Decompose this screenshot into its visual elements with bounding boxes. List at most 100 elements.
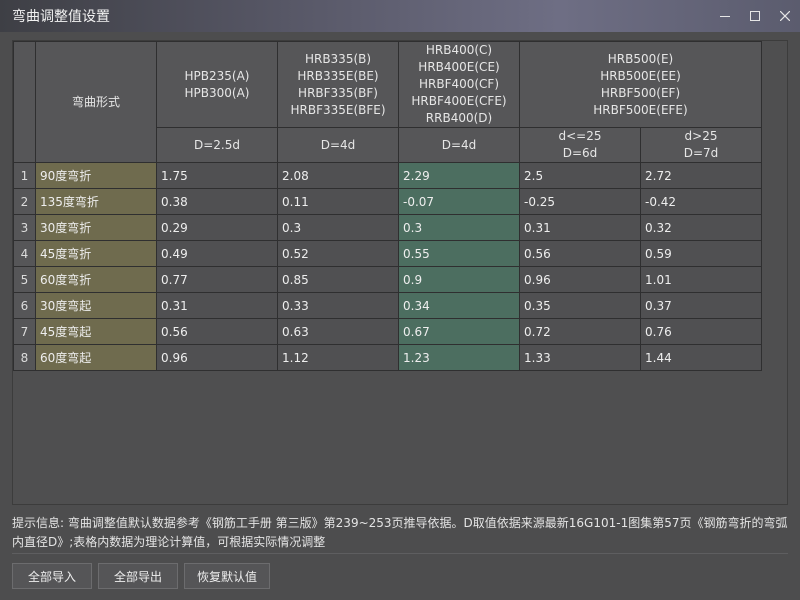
table-row[interactable]: 6 30度弯起 0.31 0.33 0.34 0.35 0.37 [13,292,762,319]
button-bar: 全部导入 全部导出 恢复默认值 [12,563,271,589]
value-cell[interactable]: 0.52 [277,240,399,267]
title-bar: 弯曲调整值设置 [0,0,800,32]
value-cell[interactable]: -0.07 [398,188,520,215]
value-cell[interactable]: 1.12 [277,344,399,371]
value-cell[interactable]: 0.85 [277,266,399,293]
value-cell[interactable]: 0.35 [519,292,641,319]
group-header-line: HRB500E(EE) [600,68,681,83]
value-cell[interactable]: 2.29 [398,162,520,189]
bend-type-cell[interactable]: 60度弯起 [35,344,157,371]
bend-type-cell[interactable]: 60度弯折 [35,266,157,293]
value-cell[interactable]: 0.9 [398,266,520,293]
sub-header-line: d>25 [684,129,718,143]
value-cell[interactable]: -0.42 [640,188,762,215]
value-cell[interactable]: 0.37 [640,292,762,319]
value-cell[interactable]: 0.11 [277,188,399,215]
table-row[interactable]: 1 90度弯折 1.75 2.08 2.29 2.5 2.72 [13,162,762,189]
value-cell[interactable]: 0.33 [277,292,399,319]
value-cell[interactable]: 0.31 [519,214,641,241]
window-controls [710,0,800,32]
row-number[interactable]: 5 [13,266,36,293]
value-cell[interactable]: 2.5 [519,162,641,189]
value-cell[interactable]: 1.33 [519,344,641,371]
group-header-line: HRBF400(CF) [418,77,500,91]
value-cell[interactable]: 0.3 [277,214,399,241]
sub-header-line: D=6d [562,146,598,160]
value-cell[interactable]: 0.76 [640,318,762,345]
bend-type-cell[interactable]: 45度弯起 [35,318,157,345]
group-header-hpb: HPB235(A) HPB300(A) [156,41,278,128]
value-cell[interactable]: 2.72 [640,162,762,189]
close-icon[interactable] [770,0,800,32]
value-cell[interactable]: 2.08 [277,162,399,189]
value-cell[interactable]: 0.49 [156,240,278,267]
minimize-icon[interactable] [710,0,740,32]
table-row[interactable]: 8 60度弯起 0.96 1.12 1.23 1.33 1.44 [13,344,762,371]
row-number[interactable]: 4 [13,240,36,267]
value-cell[interactable]: 1.75 [156,162,278,189]
table-row[interactable]: 7 45度弯起 0.56 0.63 0.67 0.72 0.76 [13,318,762,345]
group-header-line: HPB300(A) [184,85,250,100]
sub-header-line: D=7d [683,146,719,160]
value-cell[interactable]: 0.96 [519,266,641,293]
table-row[interactable]: 5 60度弯折 0.77 0.85 0.9 0.96 1.01 [13,266,762,293]
sub-header-cell: D=4d [398,127,520,163]
value-cell[interactable]: 1.01 [640,266,762,293]
value-cell[interactable]: 0.67 [398,318,520,345]
table-row[interactable]: 4 45度弯折 0.49 0.52 0.55 0.56 0.59 [13,240,762,267]
value-cell[interactable]: 0.72 [519,318,641,345]
sub-header-line: D=2.5d [194,137,240,152]
bend-type-cell[interactable]: 30度弯起 [35,292,157,319]
sub-header-cell: d>25 D=7d [640,127,762,163]
sub-header-line: D=4d [441,137,477,152]
value-cell[interactable]: 0.56 [156,318,278,345]
value-cell[interactable]: 0.32 [640,214,762,241]
row-number[interactable]: 6 [13,292,36,319]
row-number[interactable]: 2 [13,188,36,215]
value-cell[interactable]: 0.63 [277,318,399,345]
bend-adjust-grid[interactable]: 弯曲形式 HPB235(A) HPB300(A) HRB335(B) HRB335E… [12,40,788,505]
sub-header-cell: D=4d [277,127,399,163]
value-cell[interactable]: 0.38 [156,188,278,215]
value-cell[interactable]: 0.3 [398,214,520,241]
sub-header-line: d<=25 [558,129,602,143]
export-all-button[interactable]: 全部导出 [98,563,178,589]
bend-type-cell[interactable]: 45度弯折 [35,240,157,267]
bend-type-cell[interactable]: 30度弯折 [35,214,157,241]
value-cell[interactable]: 0.34 [398,292,520,319]
table-row[interactable]: 2 135度弯折 0.38 0.11 -0.07 -0.25 -0.42 [13,188,762,215]
row-number[interactable]: 8 [13,344,36,371]
group-header-line: HRB335E(BE) [297,68,379,83]
value-cell[interactable]: 0.31 [156,292,278,319]
value-cell[interactable]: 1.44 [640,344,762,371]
value-cell[interactable]: 0.29 [156,214,278,241]
group-header-hrb500: HRB500(E) HRB500E(EE) HRBF500(EF) HRBF500E(… [519,41,762,128]
group-header-line: HRBF500E(EFE) [593,102,688,117]
corner-header: 弯曲形式 [35,41,157,163]
hint-text: 提示信息: 弯曲调整值默认数据参考《钢筋工手册 第三版》第239~253页推导依… [12,516,788,549]
row-number[interactable]: 3 [13,214,36,241]
row-number[interactable]: 1 [13,162,36,189]
value-cell[interactable]: 0.96 [156,344,278,371]
value-cell[interactable]: 0.56 [519,240,641,267]
group-header-line: HRB500(E) [607,51,674,66]
restore-default-button[interactable]: 恢复默认值 [184,563,271,589]
maximize-icon[interactable] [740,0,770,32]
row-number[interactable]: 7 [13,318,36,345]
value-cell[interactable]: -0.25 [519,188,641,215]
group-header-line: HRB400E(CE) [418,60,500,74]
value-cell[interactable]: 0.77 [156,266,278,293]
value-cell[interactable]: 0.55 [398,240,520,267]
import-all-button[interactable]: 全部导入 [12,563,92,589]
table-row[interactable]: 3 30度弯折 0.29 0.3 0.3 0.31 0.32 [13,214,762,241]
window-title: 弯曲调整值设置 [12,9,110,25]
row-number-header [13,41,36,163]
value-cell[interactable]: 1.23 [398,344,520,371]
group-header-line: HRBF335(BF) [298,85,378,100]
group-header-line: HPB235(A) [184,68,250,83]
value-cell[interactable]: 0.59 [640,240,762,267]
bend-type-cell[interactable]: 135度弯折 [35,188,157,215]
group-header-hrb400: HRB400(C) HRB400E(CE) HRBF400(CF) HRBF400E(… [398,41,520,128]
bend-type-cell[interactable]: 90度弯折 [35,162,157,189]
group-header-line: HRBF335E(BFE) [290,102,386,117]
